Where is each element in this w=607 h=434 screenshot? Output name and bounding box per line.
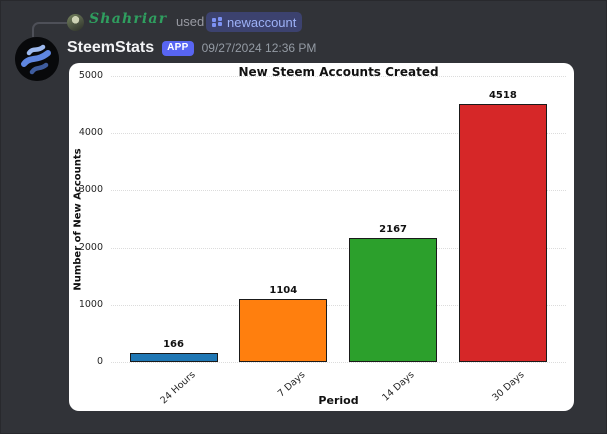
y-tick-label: 5000 xyxy=(78,70,103,81)
bot-name[interactable]: SteemStats xyxy=(67,39,154,57)
bar xyxy=(129,352,218,362)
command-name: newaccount xyxy=(227,14,297,30)
bot-avatar[interactable] xyxy=(15,37,59,81)
plot-area: 166 1104 2167 4518 xyxy=(111,76,566,363)
y-tick-label: 3000 xyxy=(78,184,103,196)
steemstats-logo-icon xyxy=(15,37,59,81)
app-badge: APP xyxy=(162,40,194,56)
chart-image[interactable]: New Steem Accounts Created Number of New… xyxy=(69,63,574,411)
gridline xyxy=(111,362,566,363)
bar-value-label: 166 xyxy=(163,338,184,350)
y-tick-label: 1000 xyxy=(78,298,103,310)
message-header: SteemStats APP 09/27/2024 12:36 PM xyxy=(67,38,316,58)
bar xyxy=(239,298,328,362)
y-tick-label: 0 xyxy=(96,356,103,367)
reply-user-avatar-icon[interactable] xyxy=(67,14,84,31)
reply-username[interactable]: Shahriar xyxy=(89,11,167,27)
slash-command-icon xyxy=(212,17,222,27)
reply-action-text: used xyxy=(176,14,205,29)
discord-chat: Shahriar used newaccount SteemStats APP … xyxy=(0,0,607,434)
command-mention[interactable]: newaccount xyxy=(206,12,303,32)
bar-value-label: 2167 xyxy=(379,224,408,236)
gridline xyxy=(111,76,566,77)
bar-value-label: 1104 xyxy=(269,284,298,296)
y-tick-label: 2000 xyxy=(78,241,103,253)
bar xyxy=(349,238,438,362)
y-tick-label: 4000 xyxy=(78,127,103,139)
timestamp: 09/27/2024 12:36 PM xyxy=(201,41,317,55)
bar-value-label: 4518 xyxy=(488,89,517,101)
y-axis-label: Number of New Accounts xyxy=(72,148,84,291)
reply-spine xyxy=(32,22,67,37)
bar xyxy=(458,103,547,362)
